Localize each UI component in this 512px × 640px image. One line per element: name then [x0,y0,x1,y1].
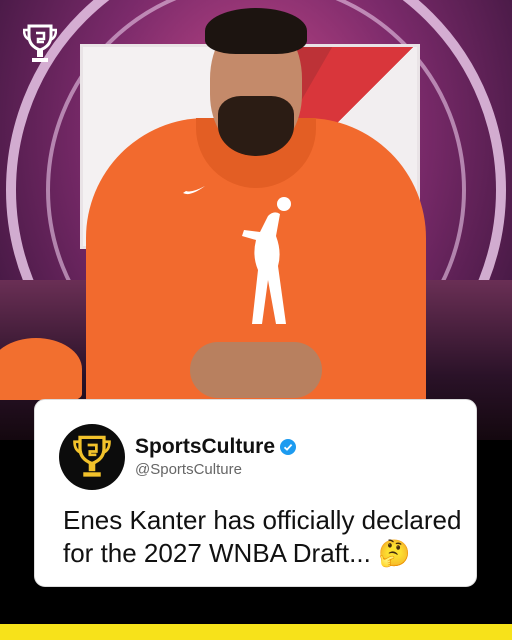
avatar[interactable] [59,424,125,490]
thinking-face-emoji: 🤔 [378,538,411,568]
person-hands [190,342,322,398]
display-name-text: SportsCulture [135,435,276,458]
orange-cap [0,338,82,400]
trophy-avatar-icon [73,435,111,477]
display-name[interactable]: SportsCulture [135,435,297,459]
swoosh-icon [183,186,205,195]
hero-photo [0,0,512,440]
person-beard [218,96,294,156]
wnba-logo-icon [242,197,291,324]
trophy-logo-icon [23,24,57,62]
handle[interactable]: @SportsCulture [135,461,242,478]
tweet-card[interactable]: SportsCulture @SportsCulture Enes Kanter… [34,399,477,587]
accent-bar [0,624,512,640]
person-hair [205,8,307,54]
verified-badge-icon [280,439,297,455]
tweet-text: Enes Kanter has officially declared for … [63,504,468,570]
